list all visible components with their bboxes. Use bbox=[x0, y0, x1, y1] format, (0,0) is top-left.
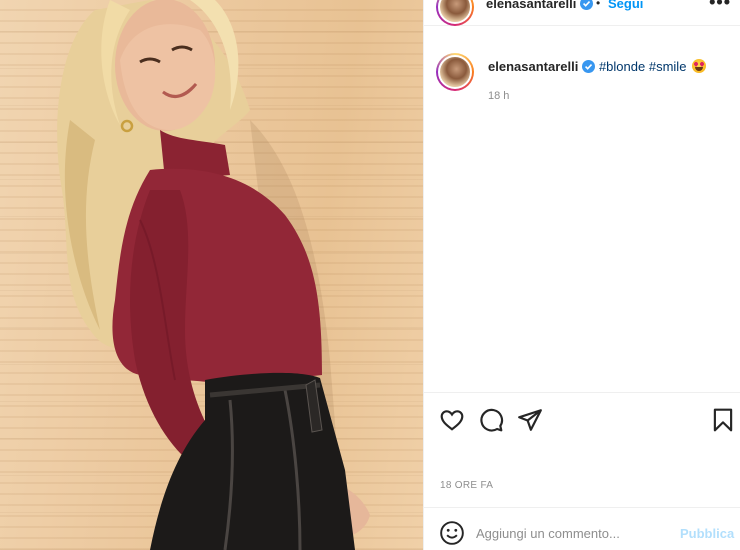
more-options-icon[interactable]: ••• bbox=[709, 0, 731, 13]
verified-badge-icon bbox=[580, 0, 594, 10]
post-side-panel: elenasantarelli • Segui ••• elenasantare… bbox=[423, 0, 740, 550]
caption-timestamp[interactable]: 18 h bbox=[488, 90, 509, 102]
comment-bubble-icon[interactable] bbox=[478, 407, 504, 433]
caption-username[interactable]: elenasantarelli bbox=[488, 59, 578, 74]
save-bookmark-icon[interactable] bbox=[710, 407, 736, 433]
header-avatar[interactable] bbox=[436, 0, 474, 26]
comment-box: Pubblica bbox=[424, 507, 740, 550]
caption-text: elenasantarelli #blonde #smile bbox=[488, 58, 728, 76]
hashtag-smile[interactable]: #smile bbox=[649, 59, 687, 74]
verified-badge-icon bbox=[582, 60, 596, 73]
comment-input[interactable] bbox=[476, 521, 671, 545]
post-date[interactable]: 18 ORE FA bbox=[440, 480, 493, 491]
post-photo[interactable] bbox=[0, 0, 423, 550]
hashtag-blonde[interactable]: #blonde bbox=[599, 59, 645, 74]
photo-illustration bbox=[57, 0, 370, 550]
share-paper-plane-icon[interactable] bbox=[517, 407, 543, 433]
post-header: elenasantarelli • Segui ••• bbox=[424, 0, 740, 26]
post-actions: 18 ORE FA bbox=[424, 392, 740, 507]
follow-button[interactable]: Segui bbox=[608, 0, 643, 11]
like-heart-icon[interactable] bbox=[439, 407, 465, 433]
header-username[interactable]: elenasantarelli bbox=[486, 0, 594, 11]
header-separator: • bbox=[596, 0, 601, 10]
star-struck-emoji-icon bbox=[692, 59, 707, 73]
post-comment-button[interactable]: Pubblica bbox=[680, 526, 734, 541]
caption-avatar[interactable] bbox=[436, 53, 474, 91]
smiley-icon[interactable] bbox=[439, 520, 465, 546]
